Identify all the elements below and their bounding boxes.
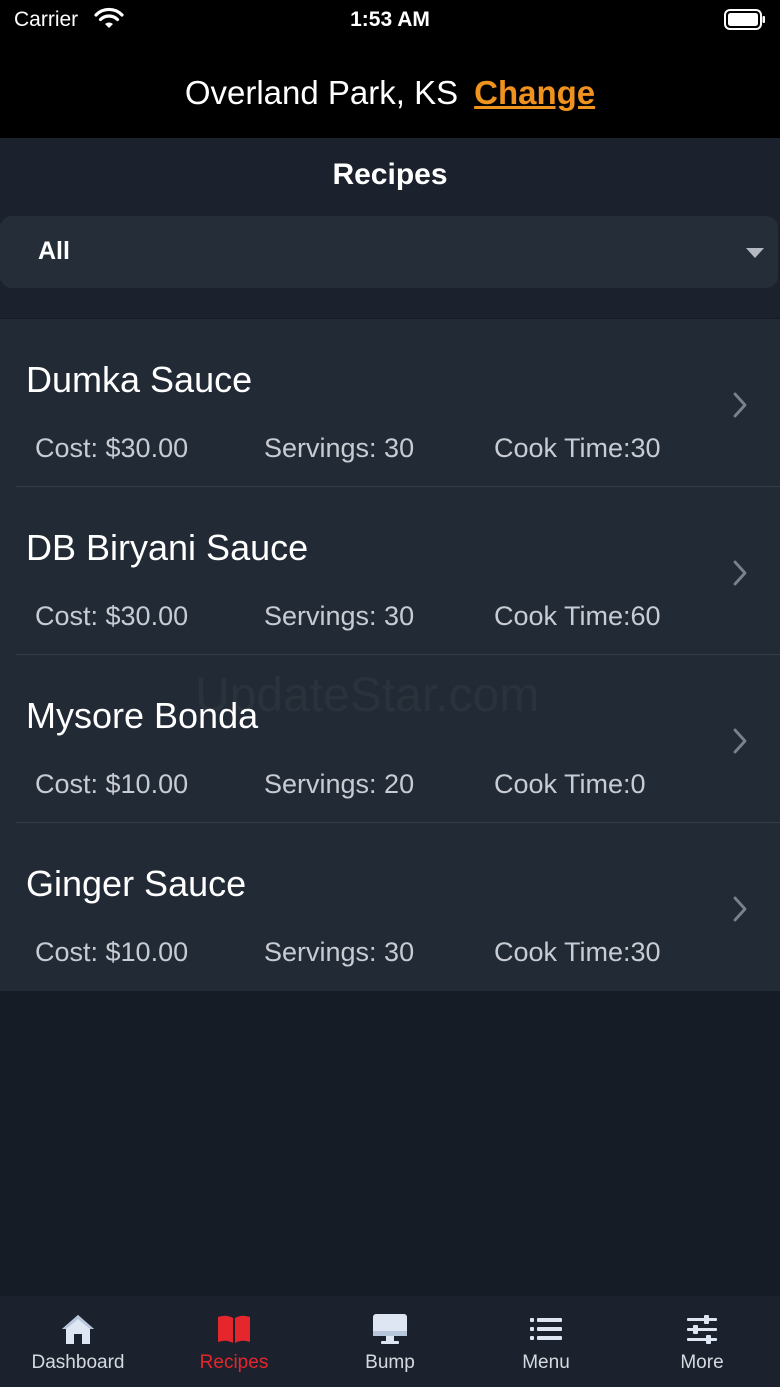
- recipe-filter-dropdown[interactable]: All: [0, 216, 778, 288]
- recipe-servings: Servings: 30: [264, 937, 415, 967]
- recipe-cook-time: Cook Time:0: [494, 769, 646, 799]
- tab-bump[interactable]: Bump: [312, 1296, 468, 1387]
- tab-label: More: [680, 1352, 724, 1373]
- tab-bar: Dashboard Recipes Bump Menu More: [0, 1296, 780, 1387]
- recipe-name: Dumka Sauce: [26, 359, 253, 400]
- filter-selected-value: All: [38, 237, 70, 265]
- location-name: Overland Park, KS: [184, 74, 459, 111]
- home-icon: [62, 1315, 94, 1344]
- change-location-link[interactable]: Change: [474, 74, 595, 111]
- location-header: Overland Park, KS Change: [0, 44, 780, 138]
- recipe-row[interactable]: Dumka Sauce Cost: $30.00 Servings: 30 Co…: [0, 319, 780, 487]
- list-icon: [530, 1318, 562, 1340]
- tab-menu[interactable]: Menu: [468, 1296, 624, 1387]
- caret-down-icon: [746, 248, 764, 258]
- chevron-right-icon: [733, 560, 747, 586]
- tab-recipes[interactable]: Recipes: [156, 1296, 312, 1387]
- recipe-row[interactable]: Ginger Sauce Cost: $10.00 Servings: 30 C…: [0, 823, 780, 991]
- recipe-name: Ginger Sauce: [26, 863, 247, 904]
- recipe-cook-time: Cook Time:60: [494, 601, 661, 631]
- recipe-cook-time: Cook Time:30: [494, 433, 661, 463]
- recipe-servings: Servings: 30: [264, 601, 415, 631]
- recipe-cost: Cost: $30.00: [35, 433, 189, 463]
- tab-more[interactable]: More: [624, 1296, 780, 1387]
- recipe-cost: Cost: $30.00: [35, 601, 189, 631]
- tab-label: Menu: [522, 1352, 570, 1373]
- battery-icon: [724, 9, 765, 30]
- book-icon: [218, 1315, 250, 1343]
- watermark: UpdateStar.com: [195, 668, 539, 723]
- recipe-servings: Servings: 30: [264, 433, 415, 463]
- tab-label: Dashboard: [31, 1352, 125, 1373]
- monitor-icon: [373, 1314, 407, 1344]
- screen: Carrier 1:53 AM Overland Park, KS Change …: [0, 0, 780, 1387]
- recipes-header: Recipes All: [0, 138, 780, 318]
- recipe-list: Dumka Sauce Cost: $30.00 Servings: 30 Co…: [0, 319, 780, 991]
- sliders-icon: [687, 1315, 717, 1344]
- status-bar: Carrier 1:53 AM: [0, 0, 780, 44]
- recipe-cook-time: Cook Time:30: [494, 937, 661, 967]
- tab-label: Recipes: [199, 1352, 269, 1373]
- recipe-servings: Servings: 20: [264, 769, 415, 799]
- status-time: 1:53 AM: [350, 8, 430, 31]
- recipe-cost: Cost: $10.00: [35, 937, 189, 967]
- chevron-right-icon: [733, 896, 747, 922]
- recipe-row[interactable]: DB Biryani Sauce Cost: $30.00 Servings: …: [0, 487, 780, 655]
- recipe-cost: Cost: $10.00: [35, 769, 189, 799]
- tab-dashboard[interactable]: Dashboard: [0, 1296, 156, 1387]
- location-row: Overland Park, KS Change: [0, 74, 780, 112]
- chevron-right-icon: [733, 392, 747, 418]
- page-title: Recipes: [332, 158, 448, 191]
- chevron-right-icon: [733, 728, 747, 754]
- recipe-name: DB Biryani Sauce: [26, 527, 309, 568]
- tab-label: Bump: [365, 1352, 415, 1373]
